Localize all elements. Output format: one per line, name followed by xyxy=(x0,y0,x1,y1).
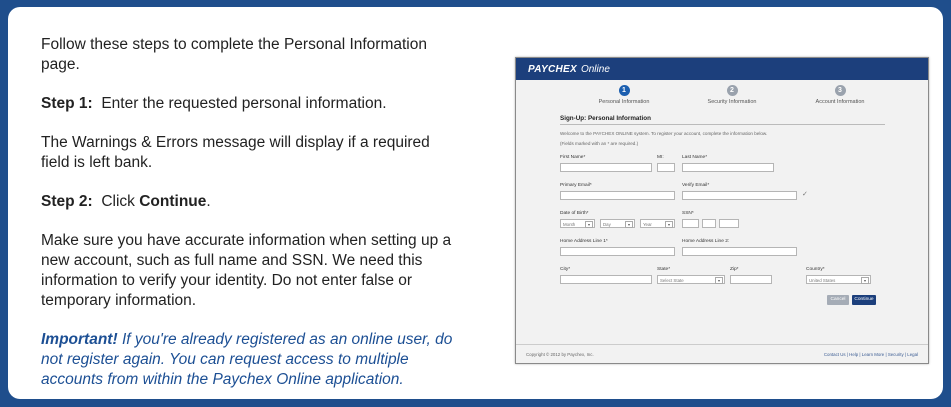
state-value: Select State xyxy=(660,278,684,283)
dropdown-arrow-icon: ▾ xyxy=(625,221,633,228)
cancel-button[interactable]: Cancel xyxy=(827,295,849,305)
section-title: Sign-Up: Personal Information xyxy=(560,115,885,125)
accuracy-text: Make sure you have accurate information … xyxy=(41,232,452,309)
dropdown-arrow-icon: ▾ xyxy=(585,221,593,228)
instruction-card: Follow these steps to complete the Perso… xyxy=(8,7,943,399)
step-personal: 1 Personal Information xyxy=(574,85,674,105)
country-value: United States xyxy=(809,278,836,283)
brand-suffix: Online xyxy=(580,63,610,75)
important-note: Important! If you're already registered … xyxy=(41,330,461,390)
address1-input[interactable] xyxy=(560,247,675,256)
first-name-input[interactable] xyxy=(560,163,652,172)
welcome-text: Welcome to the PAYCHEX ONLINE system. To… xyxy=(560,131,768,136)
step-label: Personal Information xyxy=(598,99,650,105)
address1-label: Home Address Line 1* xyxy=(560,239,608,244)
dob-year-value: Year xyxy=(643,222,652,227)
step2-text: Click xyxy=(101,193,135,210)
footer-links[interactable]: Contact Us | Help | Learn More | Securit… xyxy=(824,352,918,357)
verify-email-input[interactable] xyxy=(682,191,797,200)
step-label: Account Information xyxy=(815,99,865,105)
address2-label: Home Address Line 2: xyxy=(682,239,730,244)
ssn-part3-input[interactable] xyxy=(719,219,739,228)
step-number: 3 xyxy=(834,85,846,96)
dob-day-value: Day xyxy=(603,222,611,227)
intro-text: Follow these steps to complete the Perso… xyxy=(41,36,427,73)
verify-email-label: Verify Email* xyxy=(682,183,710,188)
step-number: 1 xyxy=(618,85,630,96)
ssn-label: SSN* xyxy=(682,211,694,216)
step2-continue: Continue xyxy=(139,193,207,210)
dropdown-arrow-icon: ▾ xyxy=(861,277,869,284)
step2-paragraph: Step 2: Click Continue. xyxy=(41,192,461,212)
dob-year-select[interactable]: Year ▾ xyxy=(640,219,675,228)
dob-day-select[interactable]: Day ▾ xyxy=(600,219,635,228)
step-label: Security Information xyxy=(707,99,757,105)
step-security: 2 Security Information xyxy=(682,85,782,105)
primary-email-input[interactable] xyxy=(560,191,675,200)
warning-text: The Warnings & Errors message will displ… xyxy=(41,134,430,171)
country-select[interactable]: United States ▾ xyxy=(806,275,871,284)
step-number: 2 xyxy=(726,85,738,96)
zip-label: Zip* xyxy=(730,267,739,272)
dob-label: Date of Birth* xyxy=(560,211,589,216)
primary-email-label: Primary Email* xyxy=(560,183,592,188)
important-label: Important! xyxy=(41,331,118,348)
city-label: City* xyxy=(560,267,571,272)
step-account: 3 Account Information xyxy=(790,85,890,105)
state-select[interactable]: Select State ▾ xyxy=(657,275,725,284)
ssn-part1-input[interactable] xyxy=(682,219,699,228)
dropdown-arrow-icon: ▾ xyxy=(715,277,723,284)
instructions-panel: Follow these steps to complete the Perso… xyxy=(41,35,461,399)
first-name-label: First Name* xyxy=(560,155,586,160)
address2-input[interactable] xyxy=(682,247,797,256)
zip-input[interactable] xyxy=(730,275,772,284)
state-label: State* xyxy=(657,267,671,272)
step2-label: Step 2: xyxy=(41,193,93,210)
app-footer: Copyright © 2012 by Paychex, Inc. Contac… xyxy=(516,344,928,363)
check-icon: ✓ xyxy=(802,191,808,198)
ssn-part2-input[interactable] xyxy=(702,219,716,228)
last-name-label: Last Name* xyxy=(682,155,708,160)
brand-logo: PAYCHEX xyxy=(528,63,577,75)
mi-input[interactable] xyxy=(657,163,675,172)
dropdown-arrow-icon: ▾ xyxy=(665,221,673,228)
last-name-input[interactable] xyxy=(682,163,774,172)
app-header: PAYCHEX Online xyxy=(516,58,928,80)
dob-month-select[interactable]: Month ▾ xyxy=(560,219,595,228)
required-note: (Fields marked with an * are required.) xyxy=(560,141,639,146)
step2-end: . xyxy=(206,193,211,210)
paychex-screenshot: PAYCHEX Online 1 Personal Information 2 … xyxy=(515,57,929,364)
dob-month-value: Month xyxy=(563,222,576,227)
step1-paragraph: Step 1: Enter the requested personal inf… xyxy=(41,94,461,114)
copyright-text: Copyright © 2012 by Paychex, Inc. xyxy=(526,352,594,357)
step1-label: Step 1: xyxy=(41,95,93,112)
city-input[interactable] xyxy=(560,275,652,284)
progress-steps: 1 Personal Information 2 Security Inform… xyxy=(516,80,928,114)
step1-text: Enter the requested personal information… xyxy=(101,95,387,112)
continue-button[interactable]: Continue xyxy=(852,295,876,305)
mi-label: MI: xyxy=(657,155,664,160)
country-label: Country* xyxy=(806,267,825,272)
